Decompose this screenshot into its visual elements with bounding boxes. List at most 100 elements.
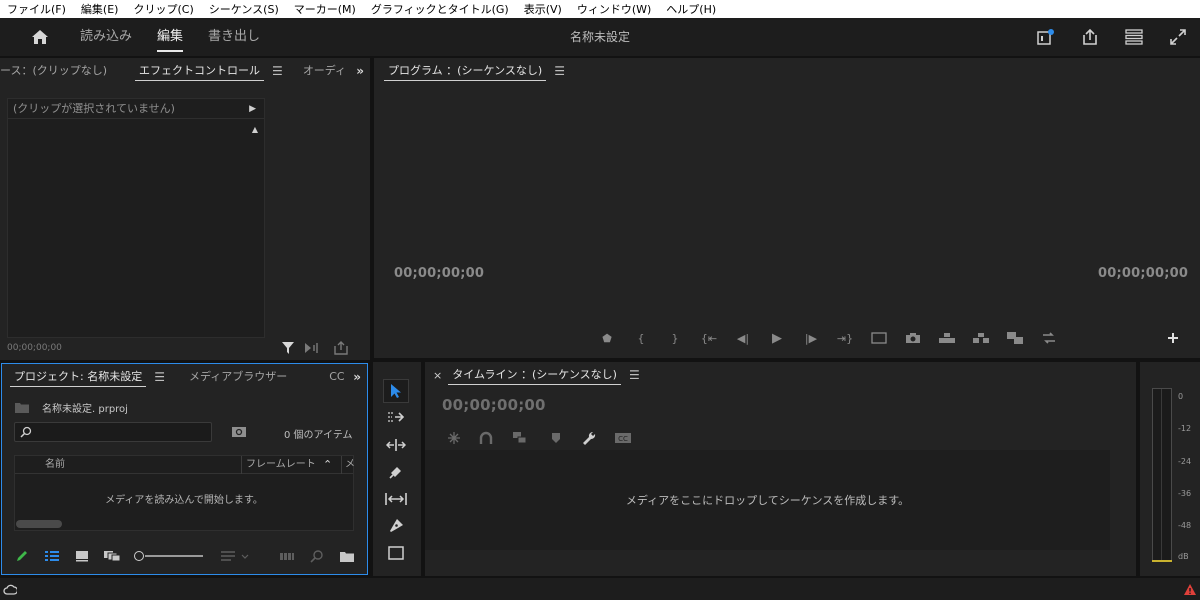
slip-tool[interactable]: [383, 487, 409, 511]
program-timecode-left[interactable]: 00;00;00;00: [394, 266, 484, 281]
timeline-settings-button[interactable]: [580, 430, 598, 446]
selection-tool[interactable]: [383, 379, 409, 403]
button-editor-add[interactable]: [1164, 329, 1182, 347]
pencil-button[interactable]: [14, 548, 30, 564]
new-bin-button[interactable]: [338, 548, 356, 564]
ripple-edit-tool[interactable]: [383, 433, 409, 457]
share-button[interactable]: [1068, 18, 1112, 56]
timeline-timecode[interactable]: 00;00;00;00: [442, 396, 546, 414]
project-menu-icon[interactable]: ☰: [154, 370, 165, 384]
menu-file[interactable]: ファイル(F): [0, 1, 74, 17]
project-toolbar: [10, 547, 365, 565]
mark-in-button[interactable]: {: [624, 329, 658, 347]
compare-button[interactable]: [1032, 329, 1066, 347]
marker-icon: ⬟: [602, 331, 612, 345]
more-tabs-icon[interactable]: »: [356, 58, 364, 84]
captions-button[interactable]: CC: [613, 430, 633, 446]
play-button[interactable]: ▶: [760, 329, 794, 347]
razor-tool[interactable]: [383, 460, 409, 484]
fullscreen-icon: [1170, 29, 1186, 45]
menu-edit[interactable]: 編集(E): [74, 1, 127, 17]
step-forward-button[interactable]: |▶: [794, 329, 828, 347]
zoom-slider[interactable]: [134, 551, 204, 561]
tab-import[interactable]: 読み込み: [80, 18, 132, 56]
icon-view-button[interactable]: [73, 548, 91, 564]
track-select-tool[interactable]: [383, 406, 409, 430]
nest-icon: [448, 432, 460, 444]
automate-icon: [280, 553, 294, 560]
project-search-field[interactable]: [14, 422, 212, 442]
project-more-tabs-icon[interactable]: »: [353, 364, 361, 390]
tab-cc-libraries[interactable]: CC: [323, 364, 350, 390]
find-items-button[interactable]: [308, 548, 326, 564]
column-name[interactable]: 名前: [45, 456, 65, 474]
mark-out-button[interactable]: }: [658, 329, 692, 347]
add-marker-timeline-button[interactable]: [547, 430, 565, 446]
tab-edit[interactable]: 編集: [157, 18, 184, 56]
add-marker-button[interactable]: ⬟: [590, 329, 624, 347]
go-to-in-button[interactable]: {⇤: [692, 329, 726, 347]
tab-effect-controls[interactable]: エフェクトコントロール: [133, 58, 266, 84]
menu-help[interactable]: ヘルプ(H): [659, 1, 724, 17]
list-view-button[interactable]: [43, 548, 61, 564]
snap-toggle[interactable]: [477, 430, 495, 446]
fullscreen-button[interactable]: [1156, 18, 1200, 56]
project-file-name: 名称未設定. prproj: [42, 404, 128, 415]
tab-media-browser[interactable]: メディアブラウザー: [183, 364, 293, 390]
list-view-icon: [45, 551, 59, 561]
collapse-up-icon[interactable]: ▲: [252, 125, 258, 134]
share-icon: [1083, 28, 1097, 45]
go-to-out-button[interactable]: ⇥}: [828, 329, 862, 347]
play-audio-button[interactable]: [303, 339, 321, 357]
notification-button[interactable]: [1024, 18, 1068, 56]
creative-cloud-button[interactable]: [2, 581, 18, 597]
menu-window[interactable]: ウィンドウ(W): [570, 1, 659, 17]
tab-timeline[interactable]: タイムライン ：(シーケンスなし): [446, 362, 623, 388]
freeform-view-button[interactable]: [102, 548, 122, 564]
step-forward-icon: |▶: [804, 331, 818, 345]
sort-icons-button[interactable]: [218, 548, 252, 564]
menu-sequence[interactable]: シーケンス(S): [202, 1, 287, 17]
export-frame-button[interactable]: [332, 339, 350, 357]
menu-graphics[interactable]: グラフィックとタイトル(G): [364, 1, 517, 17]
tab-audio[interactable]: オーディ: [297, 58, 352, 84]
column-frame-rate[interactable]: フレームレート: [246, 456, 316, 474]
export-frame-camera-button[interactable]: [896, 329, 930, 347]
program-menu-icon[interactable]: ☰: [554, 64, 565, 78]
insert-button[interactable]: [998, 329, 1032, 347]
menu-clip[interactable]: クリップ(C): [126, 1, 201, 17]
timeline-menu-icon[interactable]: ☰: [629, 368, 640, 382]
column-media[interactable]: メ: [345, 456, 355, 474]
zoom-slider-handle[interactable]: [134, 551, 144, 561]
workspaces-button[interactable]: [1112, 18, 1156, 56]
find-button[interactable]: [230, 424, 248, 440]
horizontal-scrollbar[interactable]: [16, 520, 62, 528]
tab-export[interactable]: 書き出し: [208, 18, 260, 56]
project-item-list[interactable]: 名前 フレームレート ⌃ メ メディアを読み込んで開始します。: [14, 455, 355, 531]
nest-sequence-toggle[interactable]: [445, 430, 463, 446]
warning-button[interactable]: [1182, 581, 1198, 597]
menu-view[interactable]: 表示(V): [517, 1, 570, 17]
menu-bar: ファイル(F) 編集(E) クリップ(C) シーケンス(S) マーカー(M) グ…: [0, 0, 1200, 18]
linked-selection-toggle[interactable]: [511, 430, 529, 446]
extract-button[interactable]: [964, 329, 998, 347]
menu-marker[interactable]: マーカー(M): [287, 1, 364, 17]
step-back-button[interactable]: ◀|: [726, 329, 760, 347]
sort-up-icon[interactable]: ⌃: [323, 456, 332, 474]
step-back-icon: ◀|: [736, 331, 750, 345]
tab-program[interactable]: プログラム ：(シーケンスなし): [382, 58, 548, 84]
expand-arrow-icon[interactable]: ▶: [249, 99, 256, 119]
panel-menu-icon[interactable]: ☰: [272, 64, 283, 78]
db-unit-label: dB: [1178, 552, 1189, 561]
automate-to-sequence-button[interactable]: [278, 548, 296, 564]
item-count: 0 個のアイテム: [284, 430, 353, 441]
filter-button[interactable]: [279, 339, 297, 357]
lift-button[interactable]: [930, 329, 964, 347]
pen-tool[interactable]: [383, 514, 409, 538]
tab-source[interactable]: ース：(クリップなし): [0, 58, 113, 84]
safe-margins-button[interactable]: [862, 329, 896, 347]
timeline-close-icon[interactable]: ×: [433, 369, 442, 382]
rectangle-tool[interactable]: [383, 541, 409, 565]
tab-project[interactable]: プロジェクト: 名称未設定: [8, 364, 148, 390]
home-button[interactable]: [0, 18, 80, 56]
